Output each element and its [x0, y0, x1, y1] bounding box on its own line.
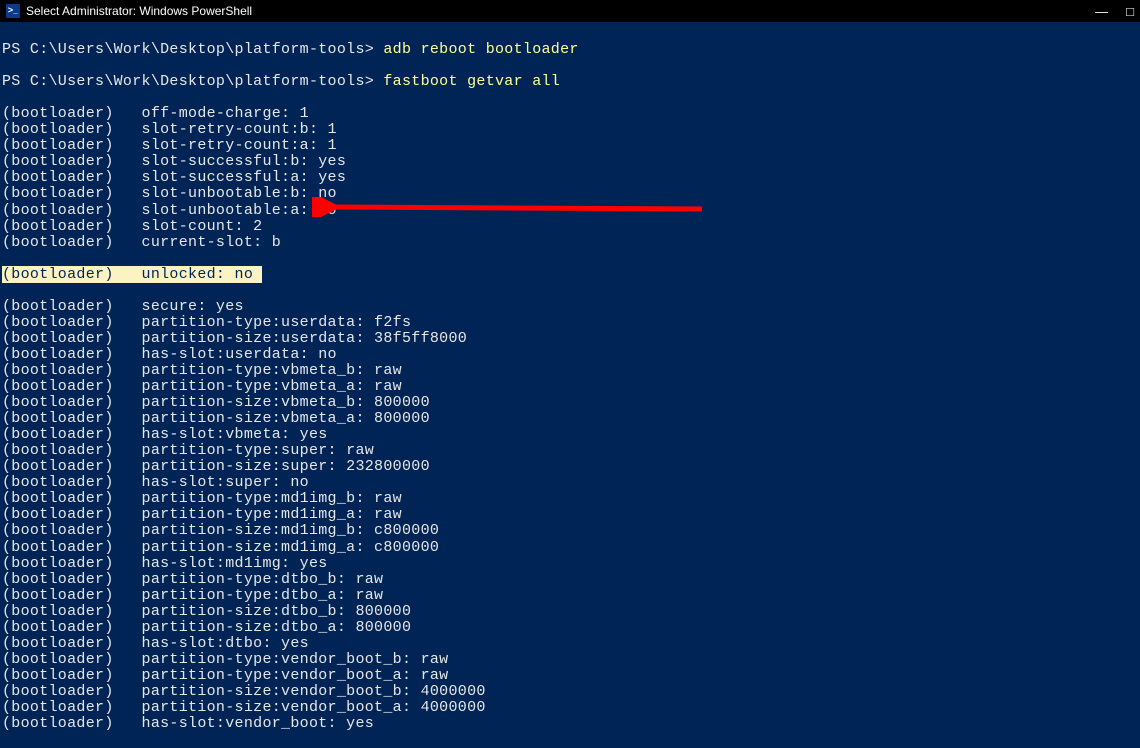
output-line: (bootloader) partition-type:vbmeta_b: ra…	[2, 363, 1140, 379]
window-title: Select Administrator: Windows PowerShell	[26, 5, 252, 18]
minimize-button[interactable]: —	[1095, 5, 1108, 18]
titlebar-left: >_ Select Administrator: Windows PowerSh…	[6, 4, 252, 18]
prompt-line-2: PS C:\Users\Work\Desktop\platform-tools>…	[2, 74, 1140, 90]
output-line: (bootloader) partition-type:md1img_b: ra…	[2, 491, 1140, 507]
output-line: (bootloader) partition-size:md1img_b: c8…	[2, 523, 1140, 539]
output-line: (bootloader) partition-size:vendor_boot_…	[2, 700, 1140, 716]
output-line: (bootloader) slot-retry-count:a: 1	[2, 138, 1140, 154]
prompt-line-1: PS C:\Users\Work\Desktop\platform-tools>…	[2, 42, 1140, 58]
output-line: (bootloader) off-mode-charge: 1	[2, 106, 1140, 122]
output-line: (bootloader) partition-type:super: raw	[2, 443, 1140, 459]
output-line: (bootloader) partition-size:vbmeta_b: 80…	[2, 395, 1140, 411]
output-line: (bootloader) slot-successful:b: yes	[2, 154, 1140, 170]
output-line: (bootloader) partition-type:vendor_boot_…	[2, 668, 1140, 684]
output-line: (bootloader) has-slot:userdata: no	[2, 347, 1140, 363]
output-line: (bootloader) partition-size:userdata: 38…	[2, 331, 1140, 347]
output-line: (bootloader) secure: yes	[2, 299, 1140, 315]
output-line: (bootloader) has-slot:vendor_boot: yes	[2, 716, 1140, 732]
terminal-output[interactable]: PS C:\Users\Work\Desktop\platform-tools>…	[0, 22, 1140, 748]
output-line: (bootloader) partition-type:dtbo_a: raw	[2, 588, 1140, 604]
output-line: (bootloader) has-slot:dtbo: yes	[2, 636, 1140, 652]
maximize-button[interactable]: □	[1126, 5, 1134, 18]
output-line: (bootloader) partition-type:vbmeta_a: ra…	[2, 379, 1140, 395]
powershell-icon: >_	[6, 4, 20, 18]
output-line: (bootloader) partition-size:dtbo_a: 8000…	[2, 620, 1140, 636]
output-line: (bootloader) slot-count: 2	[2, 219, 1140, 235]
output-line: (bootloader) slot-successful:a: yes	[2, 170, 1140, 186]
unlocked-highlight: (bootloader) unlocked: no	[2, 266, 262, 283]
prompt-2-prefix: PS C:\Users\Work\Desktop\platform-tools>	[2, 73, 383, 90]
output-line: (bootloader) slot-retry-count:b: 1	[2, 122, 1140, 138]
output-line: (bootloader) current-slot: b	[2, 235, 1140, 251]
output-line: (bootloader) has-slot:md1img: yes	[2, 556, 1140, 572]
output-line: (bootloader) has-slot:super: no	[2, 475, 1140, 491]
output-line: (bootloader) has-slot:vbmeta: yes	[2, 427, 1140, 443]
output-line: (bootloader) partition-type:md1img_a: ra…	[2, 507, 1140, 523]
prompt-1-prefix: PS C:\Users\Work\Desktop\platform-tools>	[2, 41, 383, 58]
output-line: (bootloader) partition-size:super: 23280…	[2, 459, 1140, 475]
prompt-2-command: fastboot getvar all	[383, 73, 560, 90]
output-line: (bootloader) partition-type:dtbo_b: raw	[2, 572, 1140, 588]
prompt-1-command: adb reboot bootloader	[383, 41, 578, 58]
highlighted-line: (bootloader) unlocked: no	[2, 267, 1140, 283]
output-line: (bootloader) partition-size:vbmeta_a: 80…	[2, 411, 1140, 427]
arrow-annotation-icon	[312, 197, 712, 217]
titlebar[interactable]: >_ Select Administrator: Windows PowerSh…	[0, 0, 1140, 22]
output-line: (bootloader) partition-size:vendor_boot_…	[2, 684, 1140, 700]
output-line: (bootloader) partition-type:vendor_boot_…	[2, 652, 1140, 668]
output-line: (bootloader) partition-size:dtbo_b: 8000…	[2, 604, 1140, 620]
titlebar-controls: — □	[1095, 5, 1134, 18]
output-line: (bootloader) partition-type:userdata: f2…	[2, 315, 1140, 331]
output-line: (bootloader) partition-size:md1img_a: c8…	[2, 540, 1140, 556]
